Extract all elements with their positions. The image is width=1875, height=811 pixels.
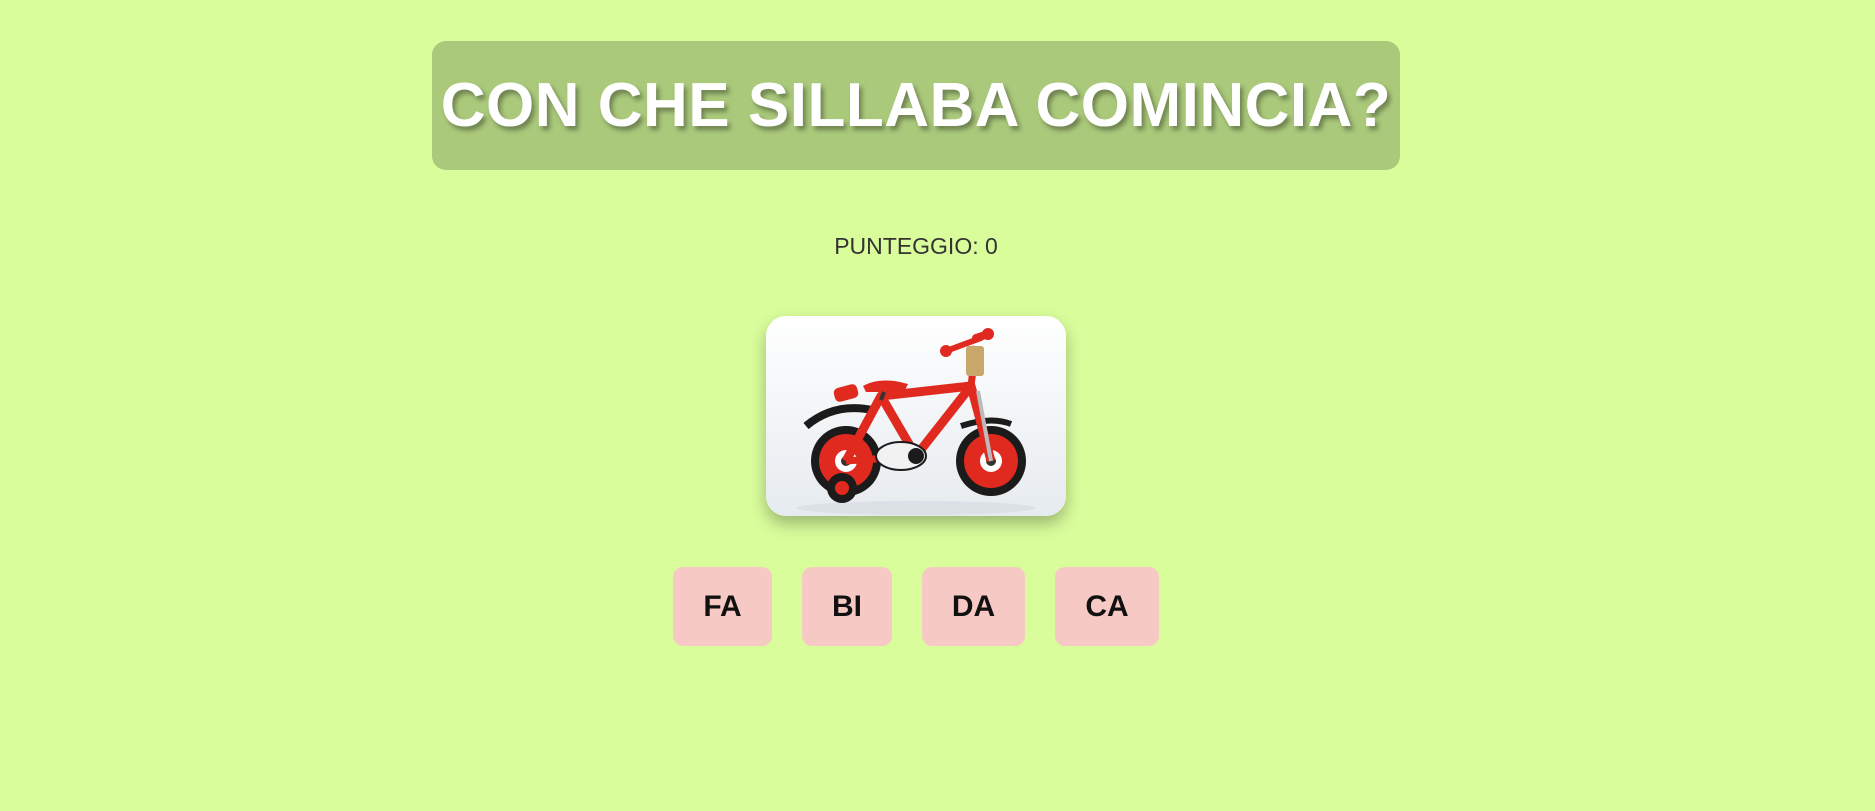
question-image xyxy=(766,316,1066,516)
choice-button-da[interactable]: DA xyxy=(922,567,1025,646)
game-page: CON CHE SILLABA COMINCIA? PUNTEGGIO: 0 F… xyxy=(0,0,1875,811)
score-display: PUNTEGGIO: 0 xyxy=(834,233,998,259)
choice-button-fa[interactable]: FA xyxy=(673,567,772,646)
title-banner: CON CHE SILLABA COMINCIA? xyxy=(432,41,1400,170)
choice-button-bi[interactable]: BI xyxy=(802,567,892,646)
answer-choices: FA BI DA CA xyxy=(0,567,1875,646)
page-title: CON CHE SILLABA COMINCIA? xyxy=(440,71,1392,140)
bicycle-icon xyxy=(766,316,1066,516)
choice-button-ca[interactable]: CA xyxy=(1055,567,1159,646)
